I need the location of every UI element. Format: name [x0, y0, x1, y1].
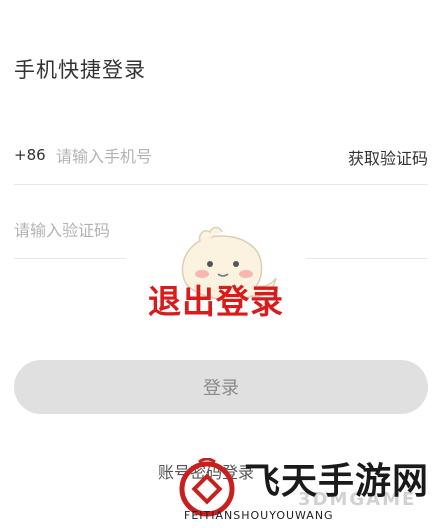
code-divider-right — [306, 258, 428, 259]
code-divider-left — [14, 258, 126, 259]
watermark-subtext: FEITIANSHOUYOUWANG — [184, 509, 334, 522]
phone-row: +86 获取验证码 — [14, 138, 428, 174]
get-code-button[interactable]: 获取验证码 — [348, 145, 428, 169]
page-title: 手机快捷登录 — [14, 58, 146, 82]
phone-input[interactable] — [56, 138, 296, 174]
country-code-selector[interactable]: +86 — [14, 146, 46, 164]
login-button[interactable]: 登录 — [14, 360, 428, 414]
logout-overlay-text: 退出登录 — [148, 282, 284, 321]
watermark-text: 飞天手游网 — [244, 460, 430, 502]
phone-divider — [14, 184, 428, 185]
